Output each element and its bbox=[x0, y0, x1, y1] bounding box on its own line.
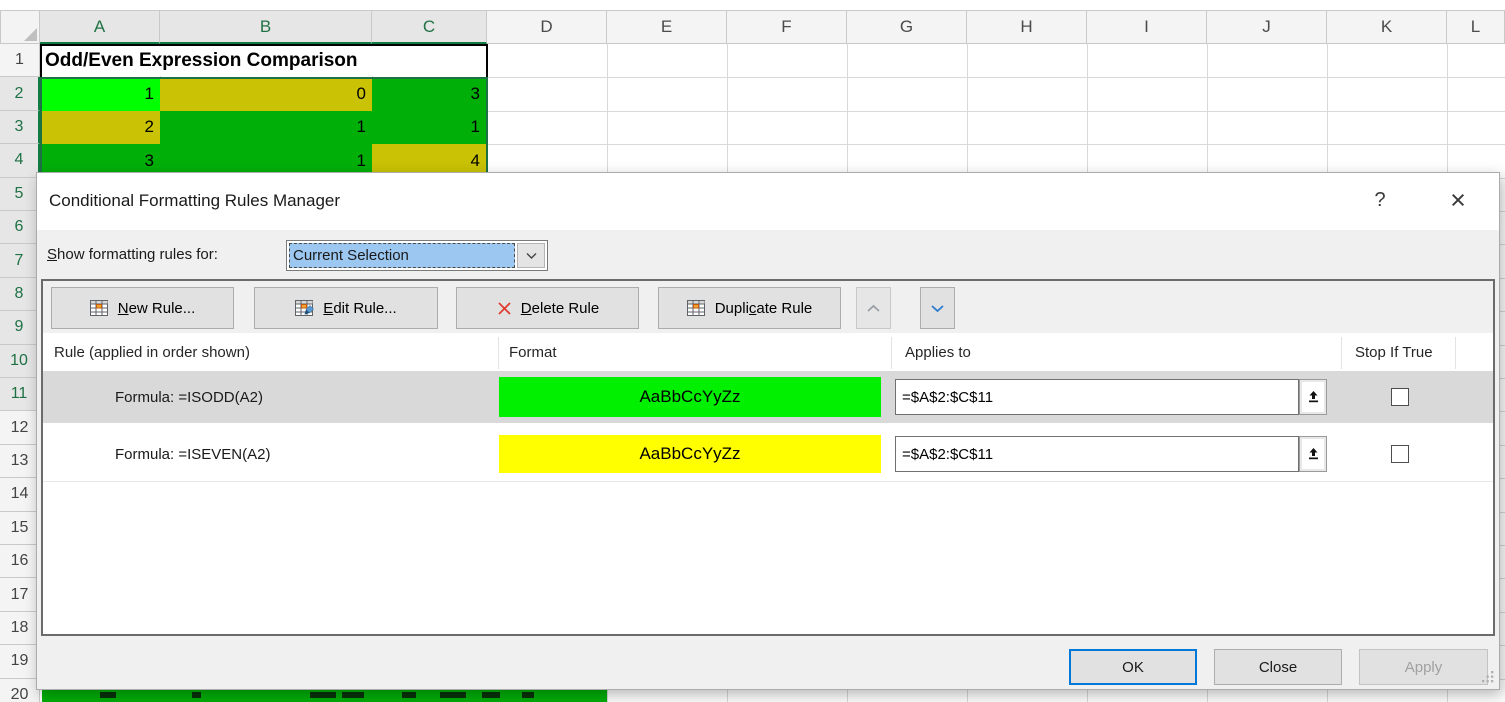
rule-row[interactable]: Formula: =ISODD(A2) AaBbCcYyZz bbox=[43, 371, 1493, 423]
clipped-text-fragment bbox=[192, 692, 201, 698]
rule-description: Formula: =ISODD(A2) bbox=[115, 371, 263, 423]
resize-grip-icon[interactable] bbox=[1481, 670, 1494, 687]
help-button[interactable]: ? bbox=[1363, 183, 1397, 217]
header-separator bbox=[891, 337, 892, 369]
column-header-stop-if-true: Stop If True bbox=[1355, 344, 1433, 361]
rules-panel: New Rule... Edit Rule... Delete Rule Dup… bbox=[41, 279, 1495, 636]
row-header-6[interactable]: 6 bbox=[0, 211, 40, 244]
row-header-12[interactable]: 12 bbox=[0, 411, 40, 444]
applies-to-input[interactable] bbox=[895, 436, 1299, 472]
column-header-J[interactable]: J bbox=[1207, 10, 1327, 44]
row-header-3[interactable]: 3 bbox=[0, 111, 40, 144]
dialog-title: Conditional Formatting Rules Manager bbox=[49, 191, 340, 211]
row-header-5[interactable]: 5 bbox=[0, 178, 40, 211]
ok-button[interactable]: OK bbox=[1069, 649, 1197, 685]
clipped-text-fragment bbox=[100, 692, 116, 698]
new-rule-button[interactable]: New Rule... bbox=[51, 287, 234, 329]
row-header-14[interactable]: 14 bbox=[0, 478, 40, 511]
header-separator bbox=[1455, 337, 1456, 369]
rule-row[interactable]: Formula: =ISEVEN(A2) AaBbCcYyZz bbox=[43, 429, 1493, 479]
clipped-text-fragment bbox=[310, 692, 336, 698]
excel-window: Odd/Even Expression Comparison ABCDEFGHI… bbox=[0, 0, 1505, 702]
chevron-down-icon bbox=[930, 304, 945, 313]
row-header-20[interactable]: 20 bbox=[0, 679, 40, 702]
clipped-text-fragment bbox=[482, 692, 500, 698]
clipped-text-fragment bbox=[402, 692, 416, 698]
red-x-icon bbox=[496, 300, 513, 317]
chevron-up-icon bbox=[866, 304, 881, 313]
chevron-down-icon bbox=[526, 247, 537, 264]
delete-rule-button[interactable]: Delete Rule bbox=[456, 287, 639, 329]
dropdown-chevron-button[interactable] bbox=[517, 243, 545, 268]
duplicate-rule-button[interactable]: Duplicate Rule bbox=[658, 287, 841, 329]
column-header-I[interactable]: I bbox=[1087, 10, 1207, 44]
row-separator bbox=[43, 481, 1493, 482]
button-label: Delete Rule bbox=[521, 300, 599, 317]
dropdown-selected-value: Current Selection bbox=[289, 243, 515, 268]
table-grid-icon bbox=[687, 300, 707, 317]
row-header-9[interactable]: 9 bbox=[0, 311, 40, 344]
column-header-F[interactable]: F bbox=[727, 10, 847, 44]
row-header-15[interactable]: 15 bbox=[0, 512, 40, 545]
row-header-4[interactable]: 4 bbox=[0, 144, 40, 177]
row-header-1[interactable]: 1 bbox=[0, 44, 40, 77]
row-header-10[interactable]: 10 bbox=[0, 345, 40, 378]
show-rules-dropdown[interactable]: Current Selection bbox=[286, 240, 548, 271]
selection-range-border bbox=[40, 77, 488, 178]
column-header-H[interactable]: H bbox=[967, 10, 1087, 44]
show-formatting-rules-label: Show formatting rules for: bbox=[47, 246, 218, 263]
row-header-7[interactable]: 7 bbox=[0, 244, 40, 277]
close-button[interactable]: Close bbox=[1214, 649, 1342, 685]
column-header-L[interactable]: L bbox=[1447, 10, 1505, 44]
row-header-19[interactable]: 19 bbox=[0, 645, 40, 678]
row-header-17[interactable]: 17 bbox=[0, 578, 40, 611]
table-grid-icon bbox=[90, 300, 110, 317]
column-header-K[interactable]: K bbox=[1327, 10, 1447, 44]
column-header-format: Format bbox=[509, 344, 557, 361]
dialog-titlebar[interactable]: Conditional Formatting Rules Manager ? × bbox=[37, 173, 1499, 230]
column-header-G[interactable]: G bbox=[847, 10, 967, 44]
move-rule-up-button[interactable] bbox=[856, 287, 891, 329]
collapse-dialog-button[interactable] bbox=[1299, 379, 1327, 415]
row-header-16[interactable]: 16 bbox=[0, 545, 40, 578]
move-rule-down-button[interactable] bbox=[920, 287, 955, 329]
row-header-2[interactable]: 2 bbox=[0, 77, 40, 110]
button-label: Edit Rule... bbox=[323, 300, 396, 317]
header-separator bbox=[1341, 337, 1342, 369]
format-preview-swatch: AaBbCcYyZz bbox=[499, 377, 881, 417]
column-header-E[interactable]: E bbox=[607, 10, 727, 44]
header-separator bbox=[498, 337, 499, 369]
column-header-rule: Rule (applied in order shown) bbox=[54, 344, 250, 361]
column-header-D[interactable]: D bbox=[487, 10, 607, 44]
row-header-13[interactable]: 13 bbox=[0, 445, 40, 478]
row-header-8[interactable]: 8 bbox=[0, 278, 40, 311]
rule-description: Formula: =ISEVEN(A2) bbox=[115, 429, 270, 479]
stop-if-true-checkbox[interactable] bbox=[1391, 388, 1409, 406]
table-grid-pencil-icon bbox=[295, 300, 315, 317]
clipped-text-fragment bbox=[342, 692, 364, 698]
rules-toolbar: New Rule... Edit Rule... Delete Rule Dup… bbox=[43, 281, 1493, 333]
collapse-dialog-icon bbox=[1307, 390, 1320, 404]
column-header-applies-to: Applies to bbox=[905, 344, 971, 361]
stop-if-true-checkbox[interactable] bbox=[1391, 445, 1409, 463]
row-header-18[interactable]: 18 bbox=[0, 612, 40, 645]
format-preview-swatch: AaBbCcYyZz bbox=[499, 435, 881, 473]
column-header-A[interactable]: A bbox=[40, 10, 160, 44]
column-header-C[interactable]: C bbox=[372, 10, 487, 44]
clipped-text-fragment bbox=[440, 692, 466, 698]
close-icon[interactable]: × bbox=[1441, 183, 1475, 217]
table-outline-border bbox=[40, 44, 488, 78]
select-all-corner[interactable] bbox=[0, 10, 40, 44]
button-label: New Rule... bbox=[118, 300, 196, 317]
edit-rule-button[interactable]: Edit Rule... bbox=[254, 287, 438, 329]
row-header-11[interactable]: 11 bbox=[0, 378, 40, 411]
button-label: Duplicate Rule bbox=[715, 300, 813, 317]
applies-to-input[interactable] bbox=[895, 379, 1299, 415]
clipped-text-fragment bbox=[522, 692, 534, 698]
apply-button[interactable]: Apply bbox=[1359, 649, 1488, 685]
collapse-dialog-icon bbox=[1307, 447, 1320, 461]
conditional-formatting-rules-manager-dialog: Conditional Formatting Rules Manager ? ×… bbox=[36, 172, 1500, 690]
column-header-B[interactable]: B bbox=[160, 10, 372, 44]
collapse-dialog-button[interactable] bbox=[1299, 436, 1327, 472]
